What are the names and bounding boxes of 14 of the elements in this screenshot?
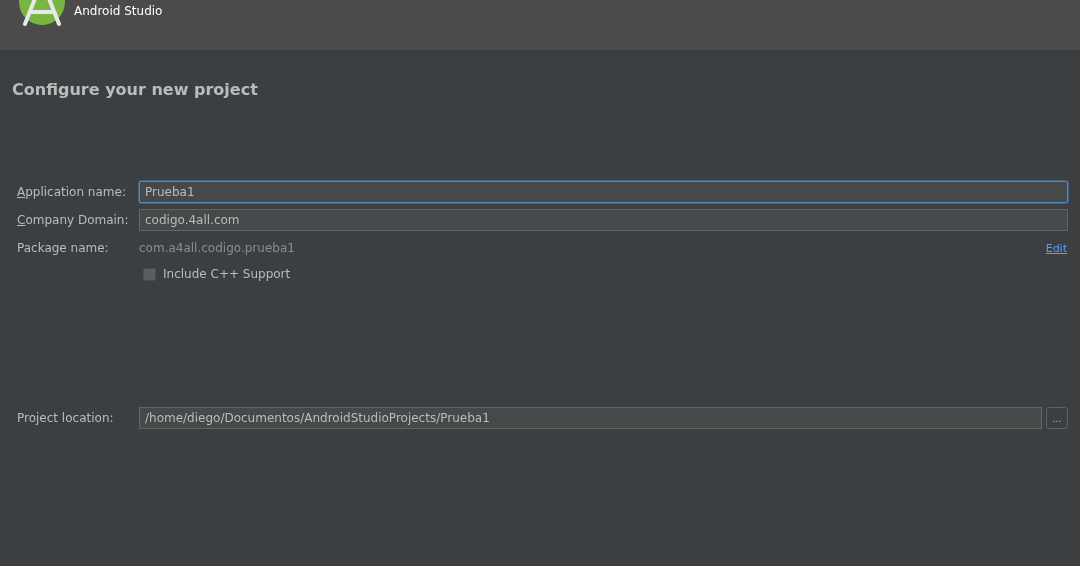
page-title: Configure your new project	[12, 80, 258, 99]
field-label: Company Domain:	[17, 213, 130, 227]
browse-button[interactable]: ...	[1046, 407, 1068, 429]
path-field[interactable]: /home/diego/Documentos/AndroidStudioProjects/Prueba1	[139, 407, 1042, 429]
field-label: Application name:	[17, 185, 127, 199]
app-subtitle: Android Studio	[74, 4, 163, 18]
text-field[interactable]: codigo.4all.com	[139, 209, 1068, 231]
checkbox[interactable]	[143, 267, 156, 281]
package-name-value: com.a4all.codigo.prueba1	[139, 241, 296, 255]
text-field[interactable]: Prueba1	[139, 181, 1068, 203]
field-label: Project location:	[17, 411, 115, 425]
edit-link[interactable]: Edit	[1045, 241, 1067, 255]
field-label: Package name:	[17, 241, 110, 255]
checkbox-label: Include C++ Support	[163, 267, 291, 281]
